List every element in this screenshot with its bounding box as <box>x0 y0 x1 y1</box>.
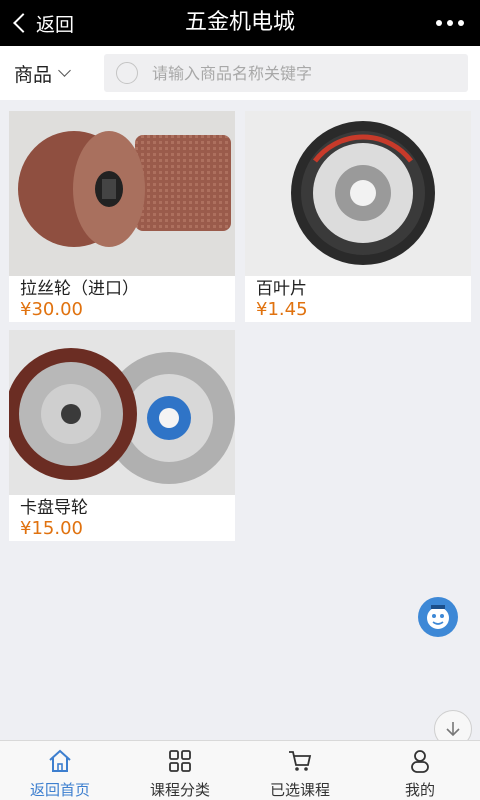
back-button[interactable]: 返回 <box>10 0 74 46</box>
mascot-icon <box>427 605 449 629</box>
arrow-down-icon <box>446 722 460 737</box>
product-card[interactable]: 卡盘导轮 ¥15.00 <box>9 330 235 541</box>
product-price: ¥30.00 <box>20 299 83 320</box>
dot-icon <box>436 20 442 26</box>
chevron-left-icon <box>13 13 33 33</box>
product-card[interactable]: 拉丝轮（进口） ¥30.00 <box>9 111 235 322</box>
chevron-down-icon <box>58 64 71 77</box>
dot-icon <box>458 20 464 26</box>
tab-profile[interactable]: 我的 <box>360 741 480 800</box>
search-bar: 商品 <box>0 46 480 100</box>
tab-cart[interactable]: 已选课程 <box>240 741 360 800</box>
tab-label: 课程分类 <box>149 781 210 799</box>
search-input[interactable] <box>152 63 432 83</box>
dot-icon <box>447 20 453 26</box>
tab-label: 已选课程 <box>269 781 330 799</box>
top-nav-bar: 返回 五金机电城 <box>0 0 480 46</box>
product-image <box>9 330 235 495</box>
tab-label: 我的 <box>404 781 435 799</box>
product-name: 百叶片 <box>256 279 307 299</box>
more-button[interactable] <box>436 0 464 46</box>
product-price: ¥15.00 <box>20 518 83 539</box>
product-price: ¥1.45 <box>256 299 308 320</box>
tab-label: 返回首页 <box>29 781 90 799</box>
product-image <box>245 111 471 276</box>
search-icon <box>116 62 138 84</box>
search-box[interactable] <box>104 54 468 92</box>
product-image <box>9 111 235 276</box>
category-dropdown[interactable]: 商品 <box>14 46 71 100</box>
back-label: 返回 <box>36 13 75 36</box>
bottom-tab-bar: 返回首页 课程分类 已选课程 我的 <box>0 740 480 800</box>
product-name: 卡盘导轮 <box>20 498 88 518</box>
product-name: 拉丝轮（进口） <box>20 279 139 299</box>
category-label: 商品 <box>14 63 53 86</box>
cart-icon <box>286 747 314 775</box>
tab-home[interactable]: 返回首页 <box>0 741 120 800</box>
tab-categories[interactable]: 课程分类 <box>120 741 240 800</box>
grid-icon <box>166 747 194 775</box>
product-card[interactable]: 百叶片 ¥1.45 <box>245 111 471 322</box>
customer-service-button[interactable] <box>418 597 458 637</box>
home-icon <box>46 747 74 775</box>
user-icon <box>406 747 434 775</box>
